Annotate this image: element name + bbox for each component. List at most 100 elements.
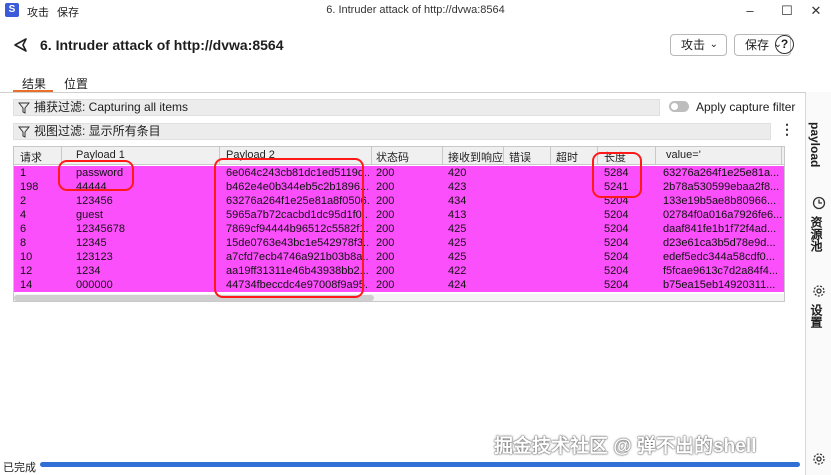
sidebar-tab-resource-pool[interactable]: 资源池 bbox=[806, 192, 831, 262]
table-row[interactable]: 10 123123 a7cfd7ecb4746a921b03b8a... 200 425… bbox=[14, 250, 784, 264]
cell-payload1: password bbox=[76, 167, 124, 179]
gear-icon bbox=[813, 285, 825, 297]
window-titlebar: S 攻击 保存 6. Intruder attack of http://dvw… bbox=[0, 0, 831, 22]
column-header-error[interactable]: 错误 bbox=[509, 149, 531, 165]
cell-value: 2b78a530599ebaa2f8... bbox=[663, 181, 780, 193]
cell-request: 12 bbox=[20, 265, 33, 277]
horizontal-scrollbar[interactable] bbox=[14, 294, 784, 301]
clock-icon bbox=[812, 196, 826, 210]
table-row[interactable]: 2 123456 63276a264f1e25e81a8f0506... 200 434… bbox=[14, 194, 784, 208]
column-header-status[interactable]: 状态码 bbox=[376, 149, 409, 165]
cell-received: 413 bbox=[448, 209, 467, 221]
cell-value: d23e61ca3b5d78e9d... bbox=[663, 237, 776, 249]
sidebar-tab-label: payload bbox=[808, 122, 822, 168]
column-header-timeout[interactable]: 超时 bbox=[556, 149, 578, 165]
table-header: 请求 Payload 1 Payload 2 状态码 接收到响应 错误 超时 长… bbox=[14, 147, 784, 165]
cell-length: 5204 bbox=[604, 195, 629, 207]
table-row[interactable]: 14 000000 44734fbeccdc4e97008f9a95... 200 42… bbox=[14, 278, 784, 292]
cell-request: 6 bbox=[20, 223, 27, 235]
save-button-label: 保存 bbox=[745, 38, 770, 52]
cell-status: 200 bbox=[376, 181, 395, 193]
more-options-icon[interactable]: ⋮ bbox=[780, 122, 794, 136]
progress-fill bbox=[40, 462, 800, 467]
right-sidebar: payload 资源池 设置 bbox=[805, 92, 831, 475]
sidebar-tab-payload[interactable]: payload bbox=[806, 118, 831, 178]
cell-length: 5204 bbox=[604, 237, 629, 249]
cell-request: 8 bbox=[20, 237, 27, 249]
help-icon[interactable]: ? bbox=[775, 35, 794, 54]
capture-filter-label: 捕获过滤: Capturing all items bbox=[34, 100, 189, 114]
cell-value: f5fcae9613c7d2a84f4... bbox=[663, 265, 778, 277]
column-header-payload1[interactable]: Payload 1 bbox=[76, 149, 125, 161]
column-header-payload2[interactable]: Payload 2 bbox=[226, 149, 275, 161]
table-row[interactable]: 4 guest 5965a7b72cacbd1dc95d1f0... 200 413 52… bbox=[14, 208, 784, 222]
cell-payload2: 6e064c243cb81dc1ed5119d... bbox=[226, 167, 369, 179]
table-row[interactable]: 8 12345 15de0763e43bc1e542978f3... 200 425 52… bbox=[14, 236, 784, 250]
table-row[interactable]: 1 password 6e064c243cb81dc1ed5119d... 200 42… bbox=[14, 166, 784, 180]
cell-received: 424 bbox=[448, 279, 467, 291]
cell-status: 200 bbox=[376, 195, 395, 207]
cell-status: 200 bbox=[376, 251, 395, 263]
menu-save[interactable]: 保存 bbox=[57, 4, 79, 20]
scrollbar-thumb[interactable] bbox=[14, 295, 374, 301]
window-title: 6. Intruder attack of http://dvwa:8564 bbox=[326, 4, 505, 16]
cell-status: 200 bbox=[376, 209, 395, 221]
minimize-icon[interactable]: – bbox=[735, 1, 765, 21]
cell-request: 198 bbox=[20, 181, 39, 193]
apply-capture-filter-label: Apply capture filter bbox=[696, 100, 796, 114]
sidebar-tab-label: 资源池 bbox=[809, 216, 823, 252]
cell-payload2: 15de0763e43bc1e542978f3... bbox=[226, 237, 369, 249]
cell-payload2: 7869cf94444b96512c5582f1... bbox=[226, 223, 369, 235]
tab-positions[interactable]: 位置 bbox=[64, 75, 88, 92]
cell-length: 5284 bbox=[604, 167, 629, 179]
cell-payload1: 44444 bbox=[76, 181, 107, 193]
table-row[interactable]: 12 1234 aa19ff31311e46b43938bb2... 200 422 52… bbox=[14, 264, 784, 278]
cell-received: 425 bbox=[448, 251, 467, 263]
filter-icon bbox=[18, 126, 30, 138]
intruder-icon bbox=[14, 38, 27, 52]
apply-capture-filter-toggle[interactable] bbox=[669, 101, 689, 112]
column-header-request[interactable]: 请求 bbox=[20, 149, 42, 165]
menu-attack[interactable]: 攻击 bbox=[27, 4, 49, 20]
attack-dropdown-button[interactable]: 攻击 ⌄ bbox=[670, 34, 727, 56]
cell-status: 200 bbox=[376, 223, 395, 235]
cell-value: 133e19b5ae8b80966... bbox=[663, 195, 777, 207]
view-filter-bar[interactable]: 视图过滤: 显示所有条目 bbox=[13, 123, 771, 140]
sidebar-tab-settings[interactable]: 设置 bbox=[806, 280, 831, 340]
cell-payload1: 000000 bbox=[76, 279, 113, 291]
cell-payload1: 123123 bbox=[76, 251, 113, 263]
maximize-icon[interactable]: ☐ bbox=[772, 1, 802, 21]
column-header-length[interactable]: 长度 bbox=[604, 149, 626, 165]
cell-value: 63276a264f1e25e81a... bbox=[663, 167, 780, 179]
cell-status: 200 bbox=[376, 237, 395, 249]
column-header-received[interactable]: 接收到响应 bbox=[448, 149, 503, 165]
cell-payload2: a7cfd7ecb4746a921b03b8a... bbox=[226, 251, 369, 263]
cell-received: 425 bbox=[448, 223, 467, 235]
page-title: 6. Intruder attack of http://dvwa:8564 bbox=[40, 37, 284, 53]
table-row[interactable]: 198 44444 b462e4e0b344eb5c2b1896... 200 423 5… bbox=[14, 180, 784, 194]
cell-received: 420 bbox=[448, 167, 467, 179]
capture-filter-bar[interactable]: 捕获过滤: Capturing all items bbox=[13, 99, 660, 116]
cell-payload1: 12345 bbox=[76, 237, 107, 249]
cell-request: 2 bbox=[20, 195, 27, 207]
gear-icon[interactable] bbox=[812, 452, 826, 466]
cell-request: 1 bbox=[20, 167, 27, 179]
column-header-value[interactable]: value=' bbox=[666, 149, 701, 161]
cell-length: 5204 bbox=[604, 251, 629, 263]
cell-received: 425 bbox=[448, 237, 467, 249]
progress-bar bbox=[40, 462, 800, 467]
cell-length: 5204 bbox=[604, 209, 629, 221]
cell-value: b75ea15eb14920311... bbox=[663, 279, 776, 291]
sidebar-tab-label: 设置 bbox=[809, 304, 823, 328]
chevron-down-icon: ⌄ bbox=[709, 39, 718, 50]
cell-length: 5241 bbox=[604, 181, 629, 193]
cell-length: 5204 bbox=[604, 223, 629, 235]
table-row[interactable]: 6 12345678 7869cf94444b96512c5582f1... 200 4… bbox=[14, 222, 784, 236]
attack-header: 6. Intruder attack of http://dvwa:8564 攻… bbox=[0, 22, 805, 72]
cell-value: edef5edc344a58cdf0... bbox=[663, 251, 775, 263]
cell-status: 200 bbox=[376, 265, 395, 277]
cell-status: 200 bbox=[376, 279, 395, 291]
cell-request: 14 bbox=[20, 279, 33, 291]
cell-value: daaf841fe1b1f72f4ad... bbox=[663, 223, 777, 235]
close-icon[interactable]: ✕ bbox=[801, 1, 831, 21]
